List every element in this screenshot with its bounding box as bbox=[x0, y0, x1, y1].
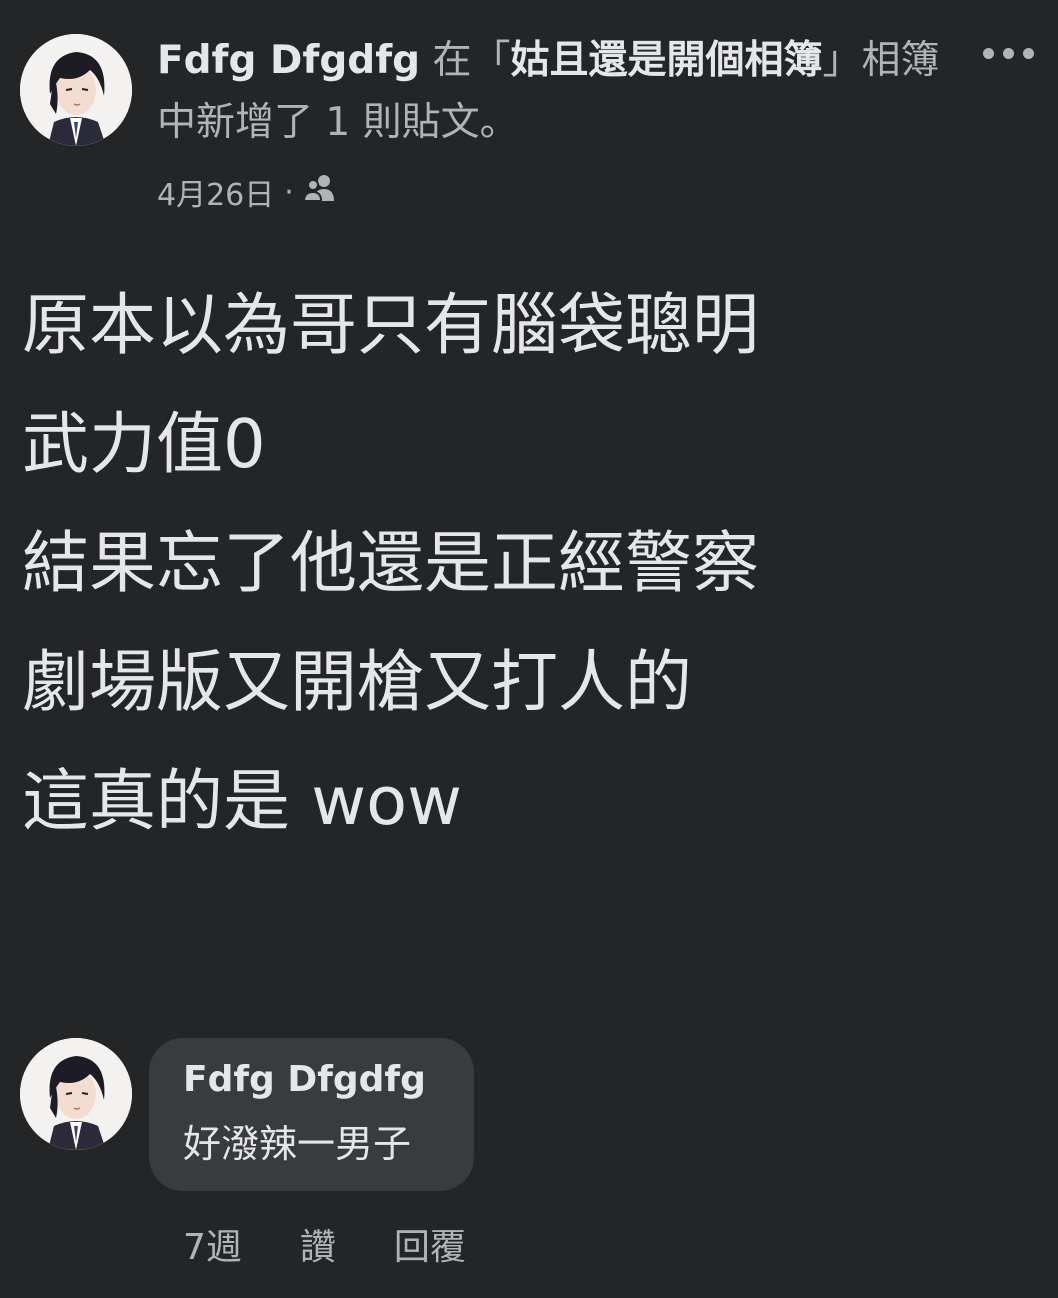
avatar-illustration bbox=[20, 1038, 132, 1150]
post-body-line: 劇場版又開槍又打人的 bbox=[22, 643, 692, 721]
post-body: 原本以為哥只有腦袋聰明 武力值0 結果忘了他還是正經警察 劇場版又開槍又打人的 … bbox=[22, 266, 1032, 861]
header-connector: 在「 bbox=[420, 38, 511, 83]
commenter-avatar[interactable] bbox=[20, 1038, 132, 1150]
comment-bubble[interactable]: Fdfg Dfgdfg 好潑辣一男子 bbox=[149, 1038, 474, 1191]
post-body-line: 武力值0 bbox=[22, 405, 266, 483]
reply-button[interactable]: 回覆 bbox=[394, 1218, 466, 1270]
meta-separator: · bbox=[284, 174, 294, 210]
friends-icon[interactable] bbox=[302, 173, 338, 211]
post-body-line: 這真的是 wow bbox=[22, 762, 462, 840]
comment-text: 好潑辣一男子 bbox=[183, 1122, 412, 1166]
more-options-icon[interactable] bbox=[983, 48, 1034, 59]
post-header: Fdfg Dfgdfg 在「姑且還是開個相簿」相簿中新增了 1 則貼文。 bbox=[157, 30, 947, 154]
post-meta: 4月26日 · bbox=[157, 170, 338, 214]
avatar-illustration bbox=[20, 34, 132, 146]
author-avatar[interactable] bbox=[20, 34, 132, 146]
post-body-line: 原本以為哥只有腦袋聰明 bbox=[22, 286, 759, 364]
commenter-name[interactable]: Fdfg Dfgdfg bbox=[183, 1058, 440, 1102]
author-name[interactable]: Fdfg Dfgdfg bbox=[157, 38, 420, 83]
album-link[interactable]: 姑且還是開個相簿 bbox=[511, 38, 823, 83]
post-date[interactable]: 4月26日 bbox=[157, 170, 274, 214]
comment-actions: 7週 讚 回覆 bbox=[183, 1218, 524, 1270]
like-button[interactable]: 讚 bbox=[300, 1218, 336, 1270]
post-body-line: 結果忘了他還是正經警察 bbox=[22, 524, 759, 602]
comment-time[interactable]: 7週 bbox=[183, 1218, 242, 1270]
